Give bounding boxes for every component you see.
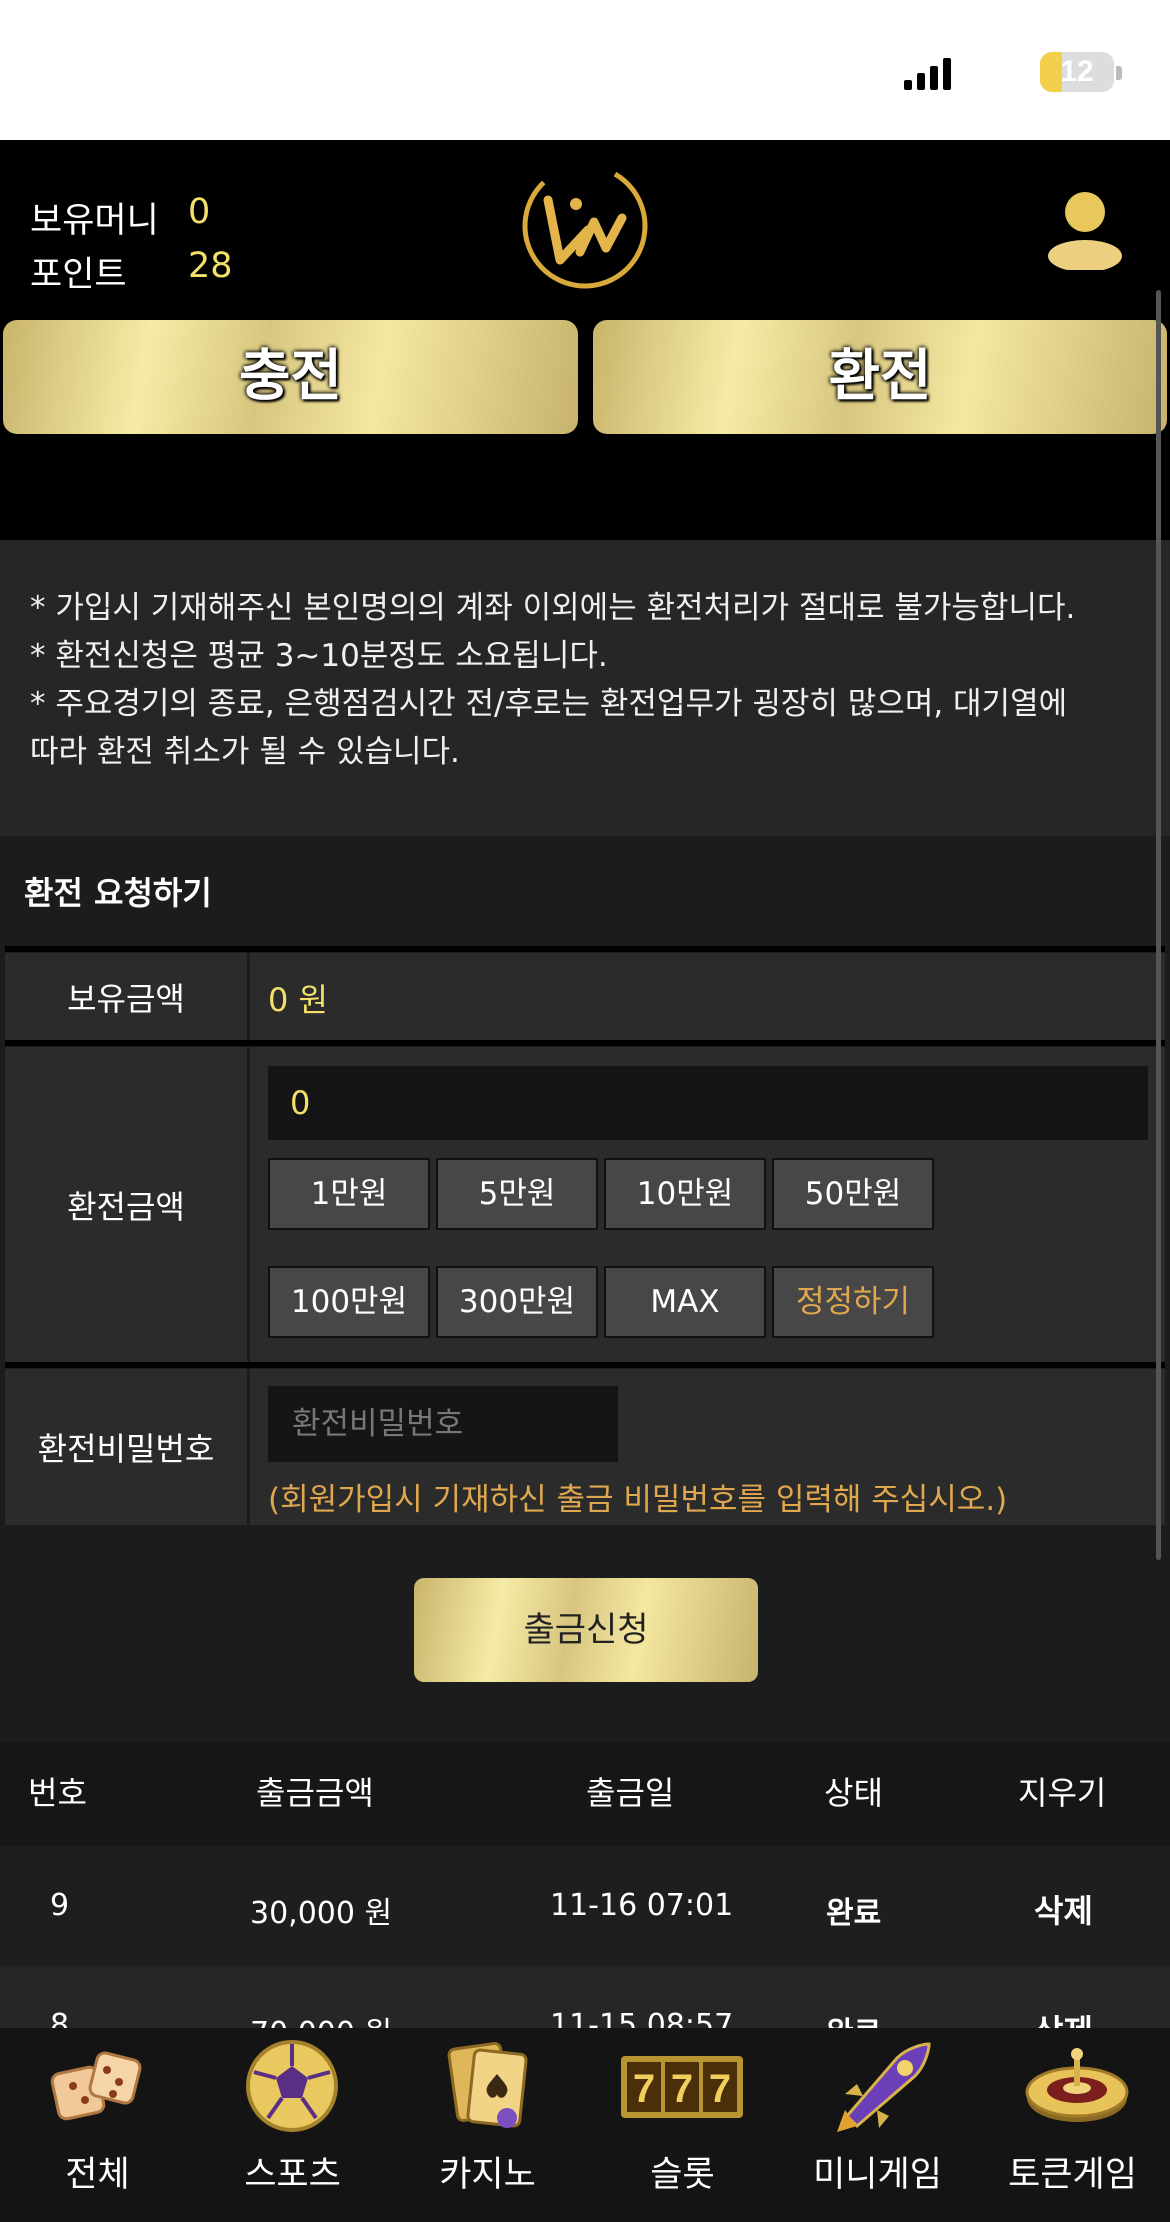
nav-slot-label: 슬롯 xyxy=(650,2155,715,2195)
nav-sports[interactable]: 스포츠 xyxy=(195,2036,390,2222)
signal-icon xyxy=(904,58,951,90)
roulette-icon xyxy=(1025,2048,1129,2122)
amount-500k-button[interactable]: 50만원 xyxy=(772,1158,934,1230)
row-amount: 30,000 원 xyxy=(250,1896,393,1931)
nav-casino[interactable]: 카지노 xyxy=(390,2036,585,2222)
charge-button[interactable]: 충전 xyxy=(3,320,578,434)
battery-cap xyxy=(1116,66,1122,80)
col-status: 상태 xyxy=(824,1774,883,1812)
holding-amount-label: 보유금액 xyxy=(5,953,247,1040)
notice-line: * 가입시 기재해주신 본인명의의 계좌 이외에는 환전처리가 절대로 불가능합… xyxy=(30,590,1076,626)
scrollbar[interactable] xyxy=(1156,290,1161,1560)
notice-line: 따라 환전 취소가 될 수 있습니다. xyxy=(30,734,460,770)
nav-all-label: 전체 xyxy=(65,2155,130,2195)
divider xyxy=(5,946,1165,952)
battery-icon: 12 xyxy=(1040,52,1114,92)
points-value: 28 xyxy=(188,246,233,286)
notice-panel: * 가입시 기재해주신 본인명의의 계좌 이외에는 환전처리가 절대로 불가능합… xyxy=(0,540,1170,836)
cards-icon xyxy=(447,2042,528,2128)
col-number: 번호 xyxy=(28,1774,87,1812)
col-amount: 출금금액 xyxy=(256,1774,374,1812)
nav-slot[interactable]: 7 7 7 슬롯 xyxy=(585,2036,780,2222)
row-status: 완료 xyxy=(826,1896,882,1931)
nav-sports-label: 스포츠 xyxy=(244,2155,341,2195)
dice-icon xyxy=(50,2051,142,2121)
svg-text:7: 7 xyxy=(709,2067,731,2111)
balance-value: 0 xyxy=(188,192,211,232)
points-label: 포인트 xyxy=(30,255,127,295)
svg-text:7: 7 xyxy=(671,2067,693,2111)
slot-777-icon: 7 7 7 xyxy=(621,2056,743,2118)
brand-logo[interactable] xyxy=(518,160,652,292)
form-title: 환전 요청하기 xyxy=(24,874,212,912)
amount-50k-button[interactable]: 5만원 xyxy=(436,1158,598,1230)
nav-minigame[interactable]: 미니게임 xyxy=(780,2036,975,2222)
col-delete: 지우기 xyxy=(1018,1774,1107,1812)
notice-line: * 환전신청은 평균 3~10분정도 소요됩니다. xyxy=(30,638,608,674)
withdraw-password-input[interactable]: 환전비밀번호 xyxy=(268,1386,618,1462)
table-row: 9 30,000 원 11-16 07:01 완료 삭제 xyxy=(0,1846,1170,1966)
amount-10k-button[interactable]: 1만원 xyxy=(268,1158,430,1230)
battery-level: 12 xyxy=(1060,55,1094,88)
withdraw-password-label: 환전비밀번호 xyxy=(5,1369,247,1525)
balance-label: 보유머니 xyxy=(30,201,159,241)
password-hint: (회원가입시 기재하신 출금 비밀번호를 입력해 주십시오.) xyxy=(268,1482,1008,1518)
amount-100k-button[interactable]: 10만원 xyxy=(604,1158,766,1230)
exchange-button[interactable]: 환전 xyxy=(593,320,1167,434)
nav-token-game[interactable]: 토큰게임 xyxy=(975,2036,1170,2222)
notice-line: * 주요경기의 종료, 은행점검시간 전/후로는 환전업무가 굉장히 많으며, … xyxy=(30,686,1068,722)
row-delete-button[interactable]: 삭제 xyxy=(1034,1886,1093,1932)
holding-amount-value: 0 원 xyxy=(268,981,328,1019)
holding-amount-cell: 0 원 xyxy=(250,953,1165,1040)
withdraw-request-button[interactable]: 출금신청 xyxy=(414,1578,758,1682)
clock: 5:11 xyxy=(112,23,202,75)
nav-all[interactable]: 전체 xyxy=(0,2036,195,2222)
amount-reset-button[interactable]: 정정하기 xyxy=(772,1266,934,1338)
nav-minigame-label: 미니게임 xyxy=(813,2155,942,2195)
svg-text:7: 7 xyxy=(633,2067,655,2111)
amount-1m-button[interactable]: 100만원 xyxy=(268,1266,430,1338)
amount-max-button[interactable]: MAX xyxy=(604,1266,766,1338)
rocket-icon xyxy=(837,2042,931,2132)
amount-3m-button[interactable]: 300만원 xyxy=(436,1266,598,1338)
exchange-amount-label: 환전금액 xyxy=(5,1047,247,1362)
history-table-header xyxy=(0,1742,1170,1846)
nav-token-game-label: 토큰게임 xyxy=(1008,2155,1137,2195)
divider xyxy=(5,1040,1165,1046)
row-date: 11-16 07:01 xyxy=(550,1888,734,1923)
row-number: 9 xyxy=(50,1888,70,1923)
divider xyxy=(5,1362,1165,1368)
back-to-telegram-link[interactable]: ◀ 텔레그램 xyxy=(36,90,184,135)
network-type: LTE xyxy=(970,52,1039,94)
user-profile-icon[interactable] xyxy=(1046,188,1124,270)
exchange-amount-input[interactable]: 0 xyxy=(268,1066,1148,1140)
nav-casino-label: 카지노 xyxy=(439,2155,536,2195)
soccer-ball-icon xyxy=(246,2040,338,2132)
col-date: 출금일 xyxy=(586,1774,675,1812)
